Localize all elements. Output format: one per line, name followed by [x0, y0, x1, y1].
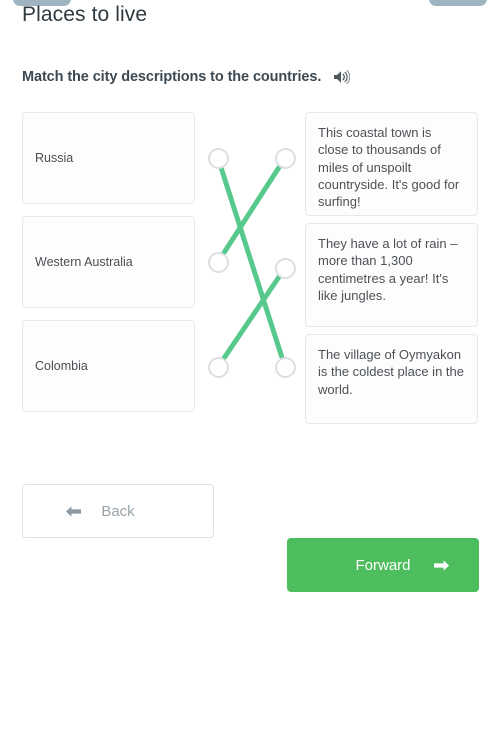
- description-label: The village of Oymyakon is the coldest p…: [318, 347, 464, 397]
- country-label: Western Australia: [35, 255, 133, 269]
- footer-navigation: Back Forward: [0, 484, 500, 592]
- speaker-icon[interactable]: [332, 68, 351, 86]
- country-label: Russia: [35, 151, 74, 165]
- instruction-row: Match the city descriptions to the count…: [22, 68, 351, 86]
- countries-column: Russia Western Australia Colombia: [22, 112, 195, 424]
- description-card[interactable]: The village of Oymyakon is the coldest p…: [305, 334, 478, 424]
- connector-node-left-1[interactable]: [207, 147, 229, 169]
- forward-button[interactable]: Forward: [287, 538, 479, 592]
- connector-node-right-2[interactable]: [274, 257, 296, 279]
- connector-node-right-1[interactable]: [274, 147, 296, 169]
- description-card[interactable]: This coastal town is close to thousands …: [305, 112, 478, 216]
- back-button[interactable]: Back: [22, 484, 214, 538]
- connector-node-right-3[interactable]: [274, 356, 296, 378]
- description-label: They have a lot of rain – more than 1,30…: [318, 236, 458, 303]
- country-card[interactable]: Western Australia: [22, 216, 195, 308]
- country-label: Colombia: [35, 359, 88, 373]
- country-card[interactable]: Russia: [22, 112, 195, 204]
- arrow-right-icon: [433, 559, 450, 572]
- connector-node-left-2[interactable]: [207, 251, 229, 273]
- connector-node-left-3[interactable]: [207, 356, 229, 378]
- country-card[interactable]: Colombia: [22, 320, 195, 412]
- match-board: Russia Western Australia Colombia This c…: [0, 106, 500, 436]
- descriptions-column: This coastal town is close to thousands …: [305, 112, 478, 431]
- back-button-label: Back: [101, 502, 135, 520]
- description-label: This coastal town is close to thousands …: [318, 125, 460, 210]
- description-card[interactable]: They have a lot of rain – more than 1,30…: [305, 223, 478, 327]
- page-title: Places to live: [22, 3, 148, 26]
- top-tab-stub-right[interactable]: [429, 0, 487, 6]
- instruction-text: Match the city descriptions to the count…: [22, 69, 322, 85]
